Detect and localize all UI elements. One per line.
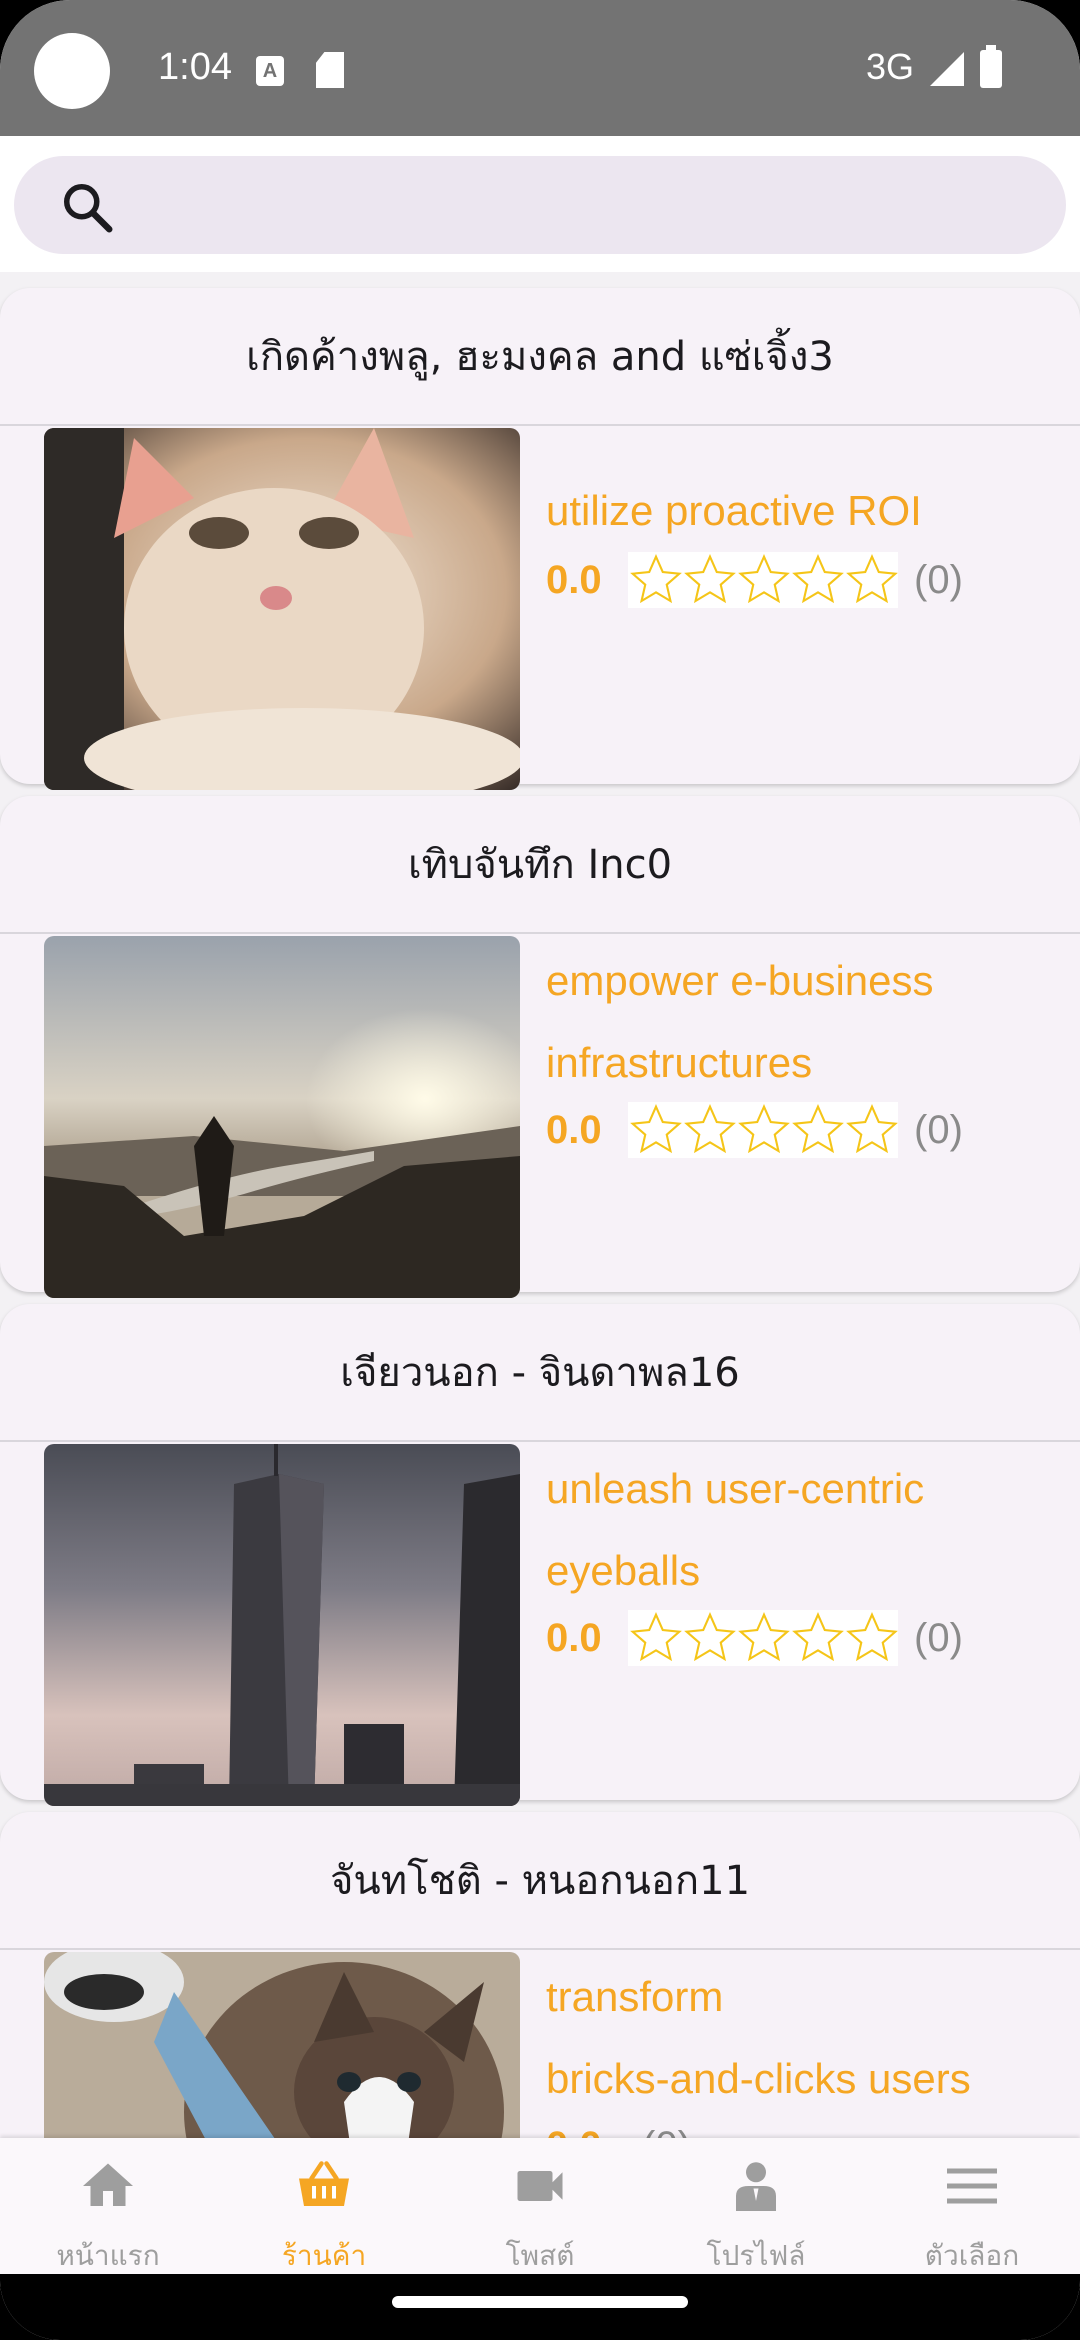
rating-value: 0.0 bbox=[546, 557, 602, 602]
menu-icon bbox=[947, 2168, 997, 2204]
product-name-line: unleash user-centric bbox=[546, 1465, 925, 1512]
nav-label: หน้าแรก bbox=[56, 2239, 160, 2272]
home-gesture-handle[interactable] bbox=[392, 2296, 688, 2308]
shop-title[interactable]: จันทโชติ - หนอกนอก11 bbox=[0, 1812, 1080, 1950]
star-empty-icon bbox=[846, 1104, 898, 1154]
rating-stars bbox=[628, 1610, 898, 1666]
nav-label: โปรไฟล์ bbox=[706, 2239, 806, 2272]
system-navigation-bar bbox=[0, 2274, 1080, 2340]
battery-icon bbox=[980, 45, 1002, 88]
rating-value: 0.0 bbox=[546, 2124, 626, 2139]
shop-title[interactable]: เจียวนอก - จินดาพล16 bbox=[0, 1304, 1080, 1442]
shop-card[interactable]: เจียวนอก - จินดาพล16 unleash user-centri… bbox=[0, 1304, 1080, 1806]
star-empty-icon bbox=[738, 1612, 790, 1662]
product-name-line: utilize proactive ROI bbox=[546, 487, 922, 534]
star-empty-icon bbox=[738, 554, 790, 604]
star-empty-icon bbox=[792, 554, 844, 604]
kitten-photo[interactable] bbox=[44, 428, 520, 790]
search-area bbox=[0, 136, 1080, 272]
person-icon bbox=[736, 2162, 776, 2211]
product-name-line: infrastructures bbox=[546, 1039, 813, 1086]
video-icon bbox=[517, 2171, 563, 2201]
rating-row: 0.0 (0) bbox=[546, 2118, 691, 2139]
rating-value: 0.0 bbox=[546, 1107, 602, 1152]
cat-harness-photo[interactable] bbox=[44, 1952, 520, 2138]
nav-options[interactable]: ตัวเลือก bbox=[864, 2138, 1080, 2274]
shop-card[interactable]: เกิดค้างพลู, ฮะมงคล and แซ่เจิ้ง3 utiliz… bbox=[0, 288, 1080, 790]
nav-home[interactable]: หน้าแรก bbox=[0, 2138, 216, 2274]
rating-stars bbox=[628, 552, 898, 608]
star-empty-icon bbox=[792, 1104, 844, 1154]
product-name-line: empower e-business bbox=[546, 957, 934, 1004]
shop-title[interactable]: เทิบจันทึก Inc0 bbox=[0, 796, 1080, 934]
star-empty-icon bbox=[630, 1104, 682, 1154]
search-bar[interactable] bbox=[14, 156, 1066, 254]
product-name-line: bricks-and-clicks users bbox=[546, 2055, 971, 2102]
star-empty-icon bbox=[792, 1612, 844, 1662]
basket-icon bbox=[299, 2161, 349, 2206]
star-empty-icon bbox=[684, 554, 736, 604]
rating-count: (0) bbox=[914, 557, 963, 602]
nav-profile[interactable]: โปรไฟล์ bbox=[648, 2138, 864, 2274]
product-name[interactable]: utilize proactive ROI bbox=[546, 470, 1066, 552]
camera-cutout bbox=[34, 33, 110, 109]
product-name-line: transform bbox=[546, 1973, 724, 2020]
rating-row: 0.0 (0) bbox=[546, 552, 963, 608]
valley-sunset-photo[interactable] bbox=[44, 936, 520, 1298]
star-empty-icon bbox=[684, 1612, 736, 1662]
product-name-line: eyeballs bbox=[546, 1547, 701, 1594]
nav-posts[interactable]: โพสต์ bbox=[432, 2138, 648, 2274]
bottom-navigation: หน้าแรก ร้านค้า โพสต์ โปรไฟล์ ตัวเลือก bbox=[0, 2138, 1080, 2274]
product-name[interactable]: empower e-business infrastructures bbox=[546, 940, 1066, 1104]
phone-screen: 1:04 A 3G เกิดค้างพลู, ฮะมงคล and แซ่เจิ… bbox=[0, 0, 1080, 2340]
product-name[interactable]: unleash user-centric eyeballs bbox=[546, 1448, 1066, 1612]
star-empty-icon bbox=[630, 1612, 682, 1662]
rating-row: 0.0 (0) bbox=[546, 1102, 963, 1158]
shop-title[interactable]: เกิดค้างพลู, ฮะมงคล and แซ่เจิ้ง3 bbox=[0, 288, 1080, 426]
signal-icon bbox=[930, 52, 964, 86]
rating-count: (0) bbox=[642, 2124, 691, 2139]
star-empty-icon bbox=[846, 554, 898, 604]
nav-shop[interactable]: ร้านค้า bbox=[216, 2138, 432, 2274]
star-empty-icon bbox=[630, 554, 682, 604]
star-empty-icon bbox=[738, 1104, 790, 1154]
rating-value: 0.0 bbox=[546, 1615, 602, 1660]
shop-list[interactable]: เกิดค้างพลู, ฮะมงคล and แซ่เจิ้ง3 utiliz… bbox=[0, 272, 1080, 2138]
star-empty-icon bbox=[846, 1612, 898, 1662]
rating-count: (0) bbox=[914, 1107, 963, 1152]
shop-card[interactable]: เทิบจันทึก Inc0 empower e-business infra… bbox=[0, 796, 1080, 1298]
rating-row: 0.0 (0) bbox=[546, 1610, 963, 1666]
shop-card[interactable]: จันทโชติ - หนอกนอก11 transform bricks-an… bbox=[0, 1812, 1080, 2138]
status-bar: 1:04 A 3G bbox=[0, 0, 1080, 136]
search-icon[interactable] bbox=[58, 178, 118, 238]
search-input[interactable] bbox=[134, 174, 1034, 234]
keyboard-notification-icon: A bbox=[256, 56, 284, 86]
nav-label: ร้านค้า bbox=[281, 2239, 367, 2272]
skyscraper-photo[interactable] bbox=[44, 1444, 520, 1806]
rating-stars bbox=[628, 1102, 898, 1158]
home-icon bbox=[83, 2163, 133, 2206]
nav-label: โพสต์ bbox=[505, 2239, 575, 2272]
nav-label: ตัวเลือก bbox=[924, 2239, 1020, 2272]
star-empty-icon bbox=[684, 1104, 736, 1154]
network-type: 3G bbox=[866, 46, 915, 87]
sd-card-icon bbox=[316, 52, 344, 88]
product-name[interactable]: transform bricks-and-clicks users bbox=[546, 1956, 1066, 2120]
status-time: 1:04 bbox=[158, 46, 232, 88]
rating-count: (0) bbox=[914, 1615, 963, 1660]
